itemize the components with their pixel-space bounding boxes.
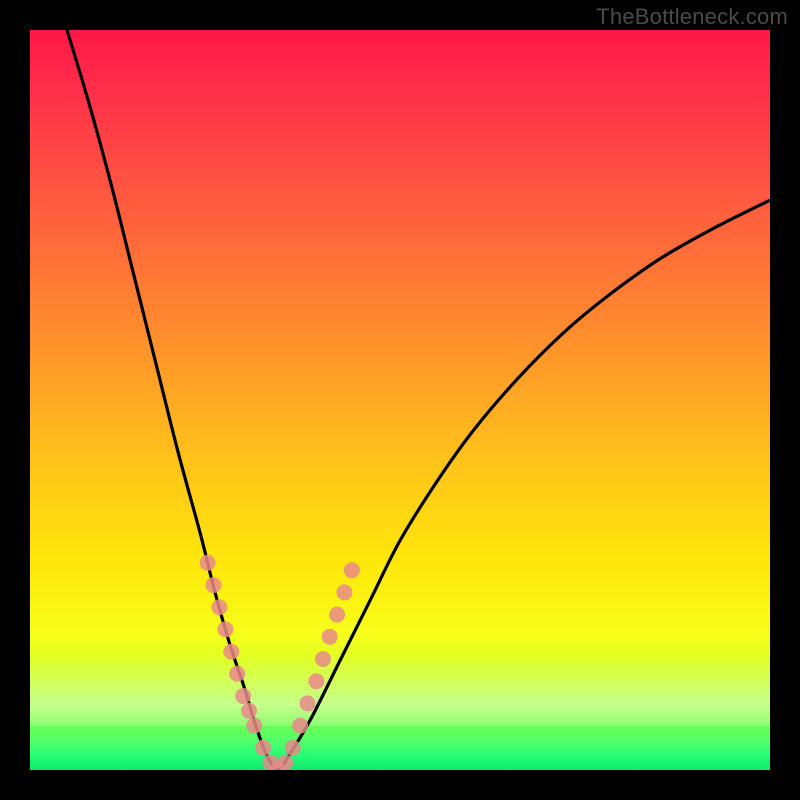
data-point	[255, 740, 271, 756]
marker-group	[200, 555, 360, 770]
plot-area	[30, 30, 770, 770]
data-point	[211, 599, 227, 615]
watermark-text: TheBottleneck.com	[596, 4, 788, 30]
outer-frame: TheBottleneck.com	[0, 0, 800, 800]
data-point	[241, 703, 257, 719]
data-point	[277, 755, 293, 770]
data-point	[235, 688, 251, 704]
bottleneck-curve	[30, 30, 770, 770]
data-point	[322, 629, 338, 645]
data-point	[300, 695, 316, 711]
data-point	[292, 718, 308, 734]
data-point	[200, 555, 216, 571]
data-point	[229, 666, 245, 682]
data-point	[223, 644, 239, 660]
data-point	[217, 621, 233, 637]
data-point	[315, 651, 331, 667]
data-point	[246, 718, 262, 734]
data-point	[285, 740, 301, 756]
curve-path	[67, 30, 770, 770]
data-point	[206, 577, 222, 593]
data-point	[308, 673, 324, 689]
data-point	[344, 562, 360, 578]
data-point	[337, 584, 353, 600]
data-point	[329, 607, 345, 623]
